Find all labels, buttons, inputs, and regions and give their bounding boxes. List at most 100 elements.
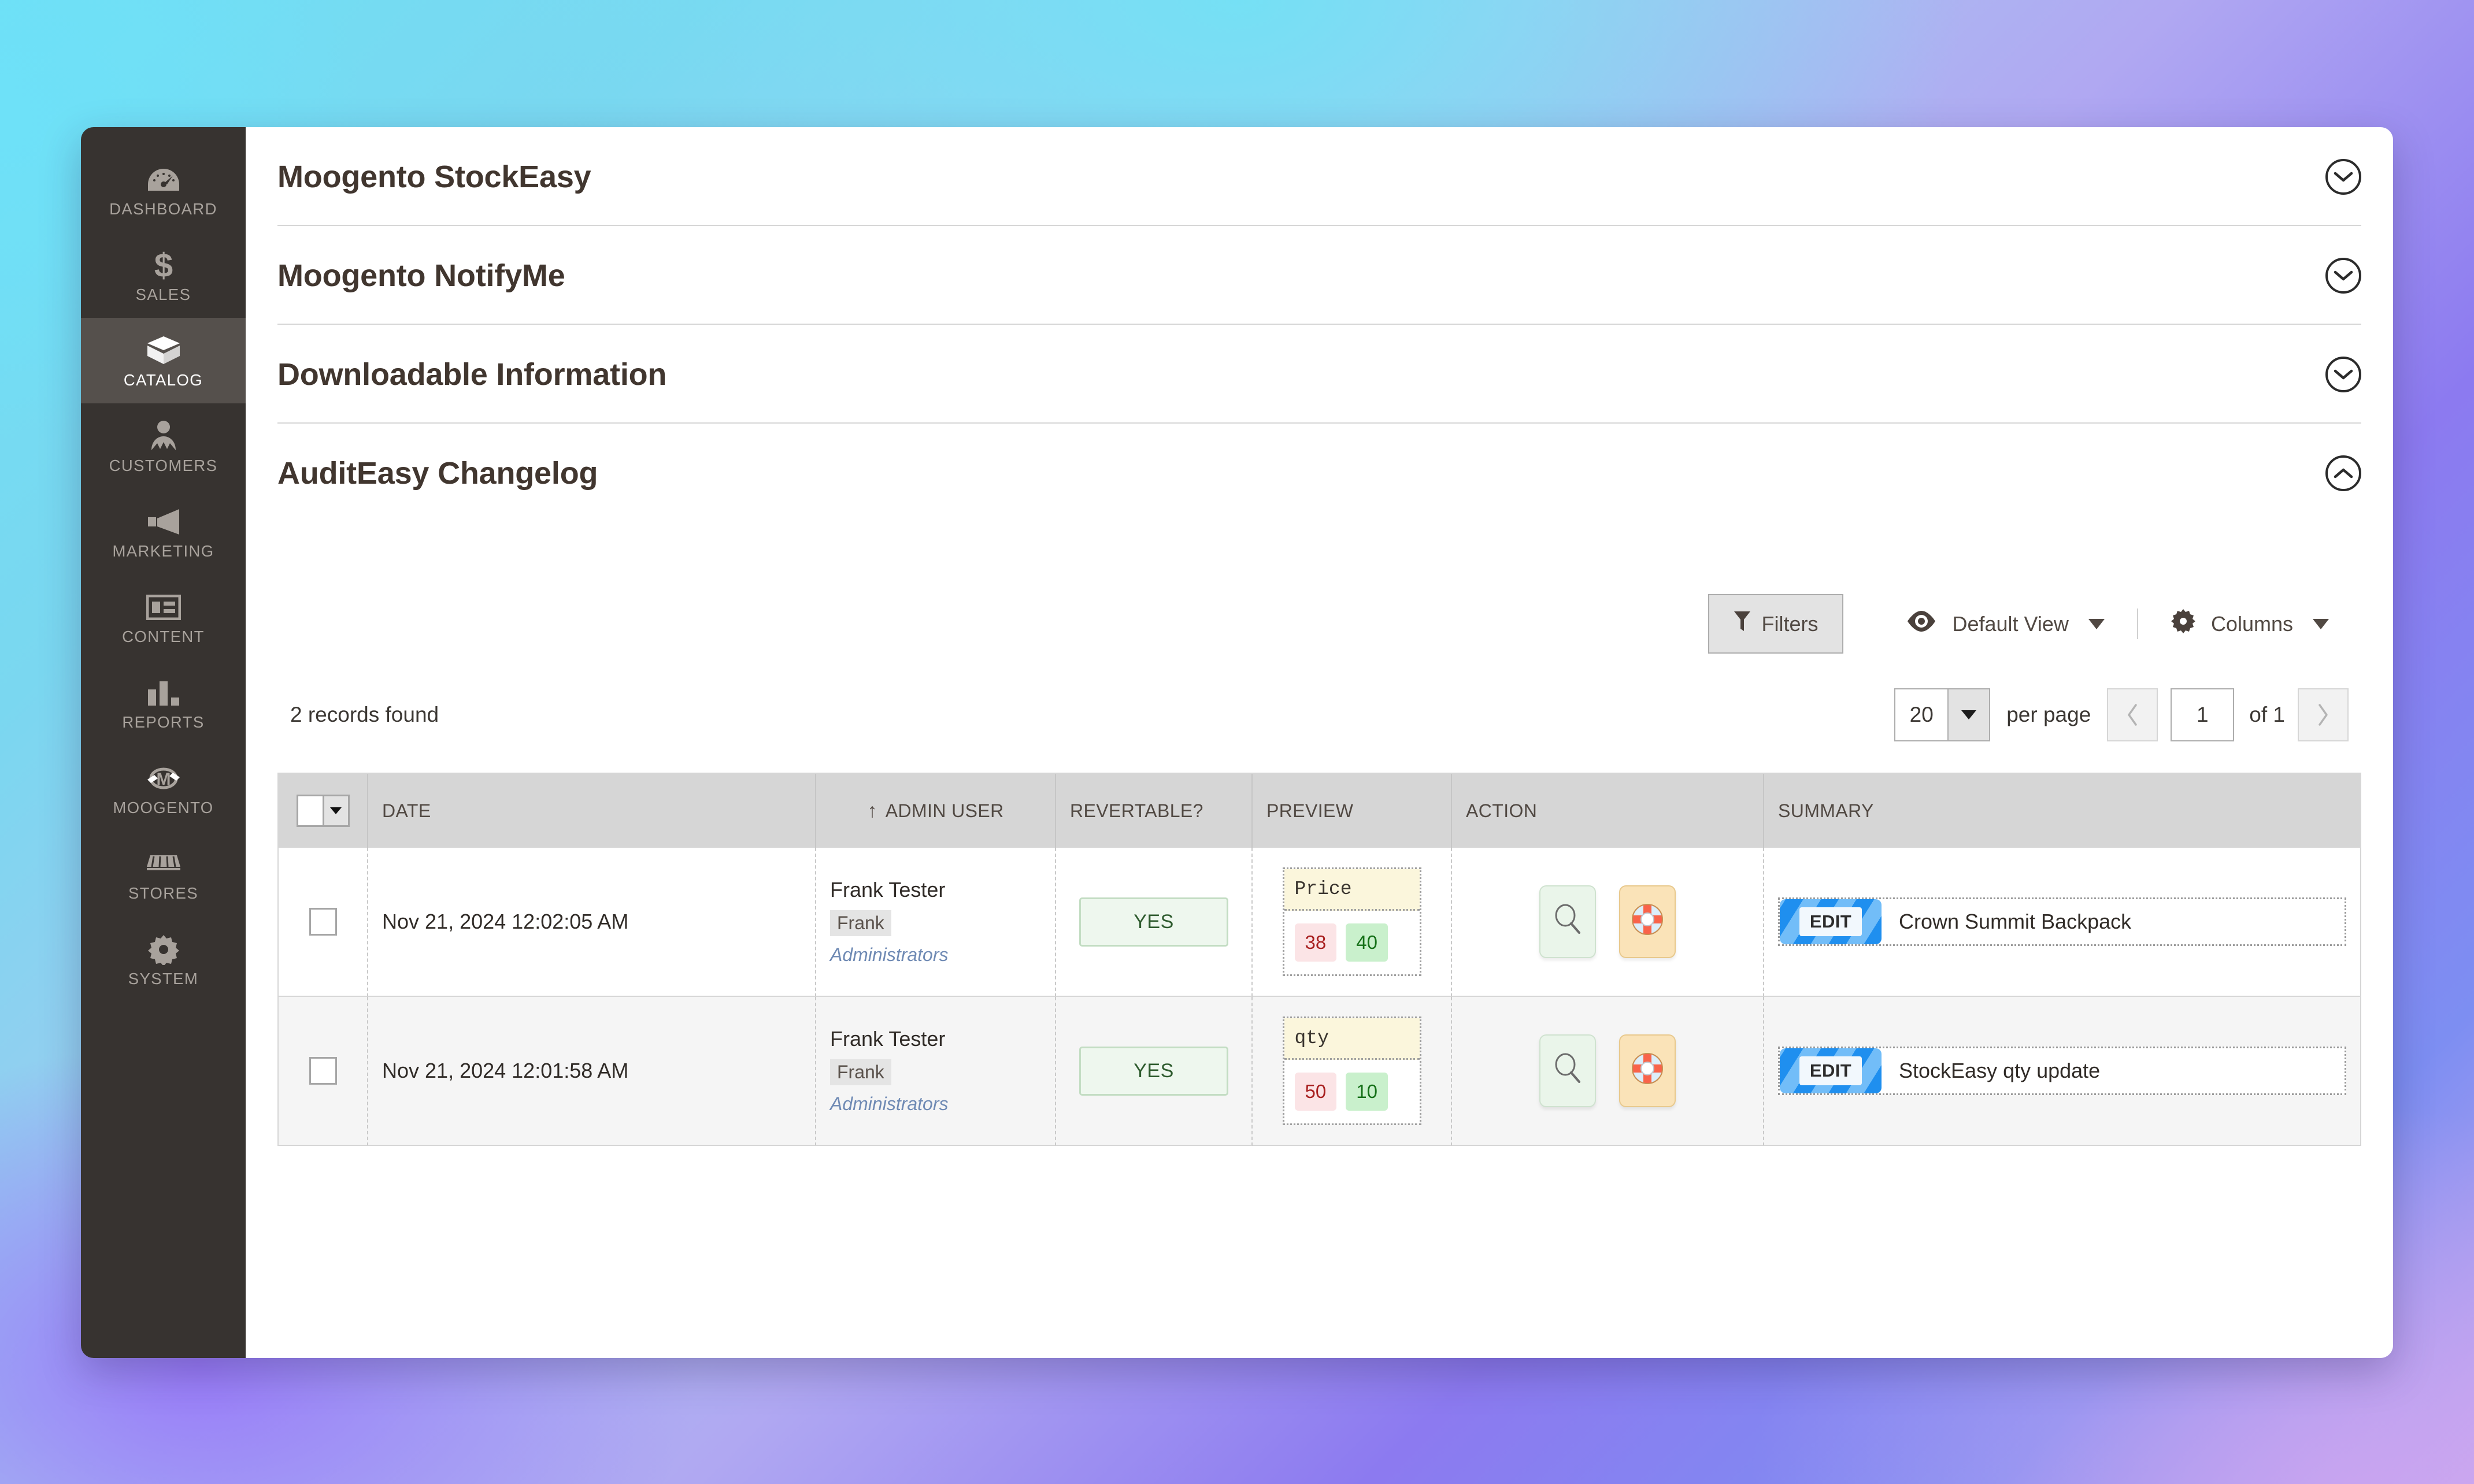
previous-page-button[interactable]	[2107, 688, 2158, 741]
column-label-revertable: REVERTABLE?	[1070, 800, 1203, 821]
row-checkbox[interactable]	[309, 1057, 337, 1085]
select-all-dropdown[interactable]	[296, 795, 350, 827]
page-number-input[interactable]: 1	[2171, 688, 2235, 741]
svg-text:M: M	[156, 770, 171, 789]
cell-revertable: YES	[1056, 997, 1253, 1146]
cell-summary: EDIT StockEasy qty update	[1764, 997, 2360, 1146]
pager-row: 2 records found 20 per page 1 of 1	[277, 654, 2361, 741]
section-header-moogento-stockeasy[interactable]: Moogento StockEasy	[277, 127, 2361, 226]
sidebar-item-label: REPORTS	[122, 713, 205, 731]
section-title: Downloadable Information	[277, 357, 667, 392]
chevron-down-icon[interactable]	[2325, 258, 2361, 294]
sidebar-item-label: SYSTEM	[128, 970, 199, 988]
arrow-up-icon: ↑	[867, 799, 877, 822]
cell-date: Nov 21, 2024 12:02:05 AM	[368, 848, 816, 997]
select-all-header[interactable]	[279, 774, 368, 848]
life-preserver-icon	[1631, 903, 1664, 941]
cell-summary: EDIT Crown Summit Backpack	[1764, 848, 2360, 997]
preview-field-name: Price	[1284, 869, 1420, 911]
layout-icon	[81, 589, 246, 625]
admin-user-role: Administrators	[830, 944, 949, 965]
sidebar-item-stores[interactable]: STORES	[81, 831, 246, 917]
sidebar-item-customers[interactable]: CUSTOMERS	[81, 403, 246, 489]
column-header-summary[interactable]: SUMMARY	[1764, 774, 2360, 848]
column-label-admin-user: ADMIN USER	[885, 800, 1004, 821]
gear-icon	[81, 932, 246, 967]
per-page-select[interactable]: 20	[1894, 688, 1991, 741]
row-select-cell[interactable]	[279, 848, 368, 997]
chevron-down-icon	[2088, 618, 2105, 629]
preview-card: qty 50 10	[1282, 1016, 1421, 1125]
cell-admin-user: Frank Tester Frank Administrators	[816, 848, 1056, 997]
preview-new-value: 40	[1346, 923, 1388, 962]
revert-change-button[interactable]	[1619, 1034, 1676, 1107]
preview-field-name: qty	[1284, 1018, 1420, 1060]
select-all-checkbox[interactable]	[298, 796, 323, 825]
section-header-auditeasy-changelog[interactable]: AuditEasy Changelog	[277, 424, 2361, 519]
admin-user-login: Frank	[830, 1059, 891, 1085]
cell-admin-user: Frank Tester Frank Administrators	[816, 997, 1056, 1146]
sidebar-item-label: STORES	[128, 884, 198, 902]
sidebar-item-moogento[interactable]: M MOOGENTO	[81, 745, 246, 831]
revert-change-button[interactable]	[1619, 885, 1676, 958]
sidebar-item-label: DASHBOARD	[109, 200, 217, 218]
sidebar-item-system[interactable]: SYSTEM	[81, 917, 246, 1002]
status-badge: YES	[1079, 1046, 1228, 1096]
filters-label: Filters	[1761, 611, 1819, 636]
summary-text: Crown Summit Backpack	[1899, 910, 2132, 933]
sidebar-item-label: MOOGENTO	[113, 799, 214, 817]
column-header-date[interactable]: DATE	[368, 774, 816, 848]
column-label-summary: SUMMARY	[1778, 800, 1874, 821]
status-badge: YES	[1079, 897, 1228, 947]
section-title: Moogento NotifyMe	[277, 258, 565, 293]
table-row[interactable]: Nov 21, 2024 12:01:58 AM Frank Tester Fr…	[279, 997, 2360, 1146]
column-header-action[interactable]: ACTION	[1452, 774, 1764, 848]
sidebar-item-marketing[interactable]: MARKETING	[81, 489, 246, 574]
sidebar-item-sales[interactable]: $ SALES	[81, 232, 246, 318]
chevron-down-icon[interactable]	[2325, 357, 2361, 392]
sidebar-item-label: MARKETING	[112, 542, 214, 560]
columns-selector[interactable]: Columns	[2136, 609, 2361, 639]
view-details-button[interactable]	[1539, 1034, 1596, 1107]
cell-revertable: YES	[1056, 848, 1253, 997]
sidebar-item-catalog[interactable]: CATALOG	[81, 318, 246, 403]
column-label-preview: PREVIEW	[1266, 800, 1354, 821]
life-preserver-icon	[1631, 1052, 1664, 1090]
row-select-cell[interactable]	[279, 997, 368, 1146]
default-view-selector[interactable]: Default View	[1873, 610, 2136, 637]
cell-preview: Price 38 40	[1253, 848, 1452, 997]
per-page-value: 20	[1909, 703, 1934, 726]
column-header-admin-user[interactable]: ↑ ADMIN USER	[816, 774, 1056, 848]
cell-action	[1452, 848, 1764, 997]
chevron-down-icon[interactable]	[2325, 159, 2361, 195]
section-title: AuditEasy Changelog	[277, 456, 598, 491]
gear-icon	[2171, 609, 2196, 639]
bar-chart-icon	[81, 675, 246, 711]
changelog-data-grid: DATE ↑ ADMIN USER REVERTABLE? PREVIEW AC…	[277, 773, 2361, 1146]
chevron-down-icon	[322, 796, 348, 825]
column-header-revertable[interactable]: REVERTABLE?	[1056, 774, 1253, 848]
admin-user-name: Frank Tester	[830, 1027, 946, 1051]
section-header-moogento-notifyme[interactable]: Moogento NotifyMe	[277, 226, 2361, 325]
preview-card: Price 38 40	[1282, 867, 1421, 976]
sidebar-item-content[interactable]: CONTENT	[81, 574, 246, 660]
chevron-up-icon[interactable]	[2325, 455, 2361, 491]
admin-user-role: Administrators	[830, 1093, 949, 1114]
next-page-button[interactable]	[2298, 688, 2349, 741]
preview-old-value: 38	[1294, 923, 1337, 962]
table-row[interactable]: Nov 21, 2024 12:02:05 AM Frank Tester Fr…	[279, 848, 2360, 997]
sidebar-item-dashboard[interactable]: DASHBOARD	[81, 147, 246, 232]
sidebar-item-label: CONTENT	[122, 628, 205, 645]
grid-toolbar: Filters Default View Columns	[277, 519, 2361, 654]
column-header-preview[interactable]: PREVIEW	[1253, 774, 1452, 848]
filters-button[interactable]: Filters	[1708, 594, 1844, 654]
section-header-downloadable-information[interactable]: Downloadable Information	[277, 325, 2361, 424]
sidebar-item-reports[interactable]: REPORTS	[81, 660, 246, 745]
records-found-label: 2 records found	[290, 703, 439, 726]
section-title: Moogento StockEasy	[277, 159, 591, 194]
view-details-button[interactable]	[1539, 885, 1596, 958]
summary-box[interactable]: EDIT StockEasy qty update	[1778, 1047, 2346, 1095]
dollar-icon: $	[81, 247, 246, 283]
row-checkbox[interactable]	[309, 908, 337, 936]
summary-box[interactable]: EDIT Crown Summit Backpack	[1778, 897, 2346, 946]
